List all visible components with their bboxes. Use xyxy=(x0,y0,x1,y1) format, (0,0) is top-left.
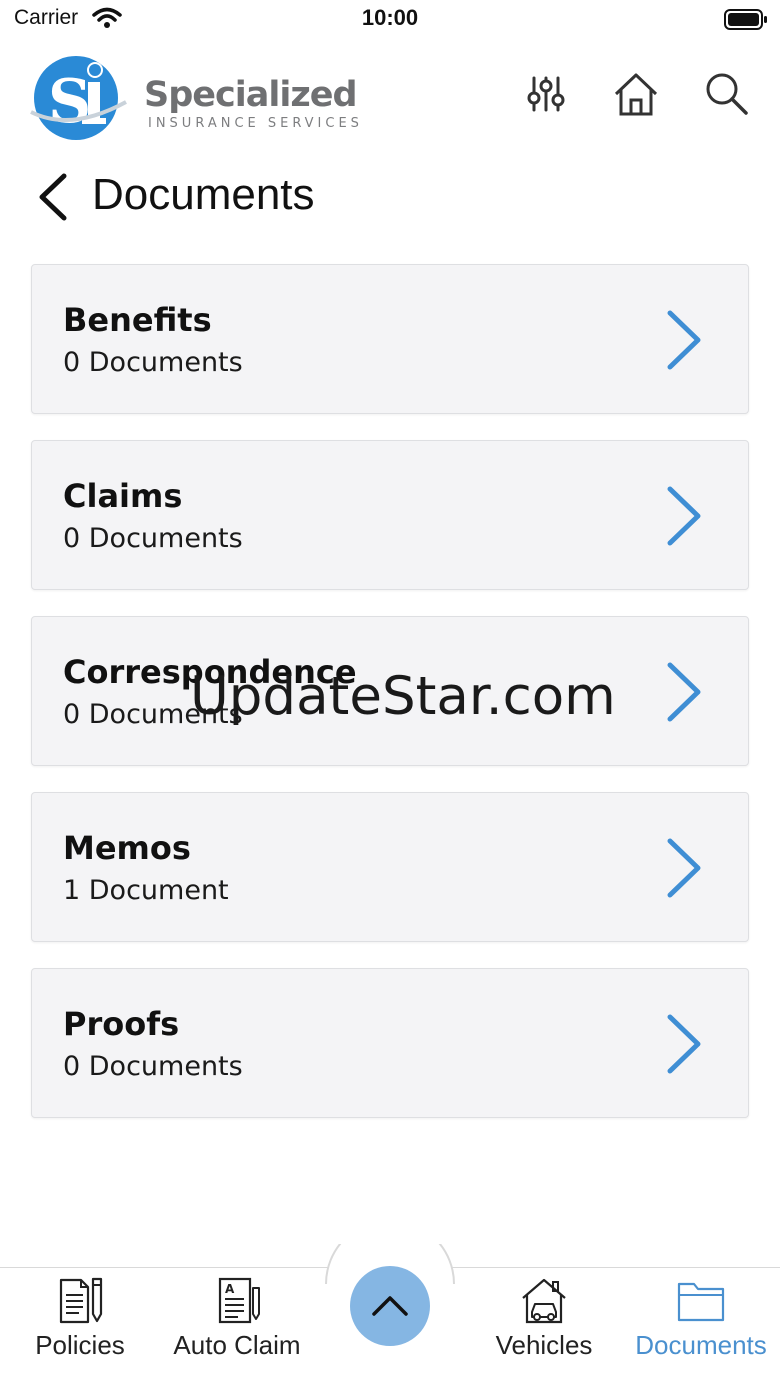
si-logo-mark-icon: S xyxy=(30,56,127,140)
document-count: 0 Documents xyxy=(63,523,243,554)
chevron-right-icon xyxy=(667,1014,701,1074)
folder-icon xyxy=(677,1282,725,1322)
chevron-right-icon xyxy=(667,486,701,546)
tab-auto-claim[interactable]: A Auto Claim xyxy=(162,1276,312,1376)
document-category-list: Benefits 0 Documents Claims 0 Documents … xyxy=(31,264,749,1144)
document-count: 0 Documents xyxy=(63,347,243,378)
tab-policies[interactable]: Policies xyxy=(20,1276,140,1376)
category-item-benefits[interactable]: Benefits 0 Documents xyxy=(31,264,749,414)
document-count: 1 Document xyxy=(63,875,229,906)
logo-tagline: INSURANCE SERVICES xyxy=(148,116,363,131)
chevron-right-icon xyxy=(667,662,701,722)
policy-document-icon xyxy=(59,1277,103,1324)
app-header: S Specialized INSURANCE SERVICES xyxy=(0,48,780,144)
tab-label: Vehicles xyxy=(495,1330,593,1360)
tab-vehicles[interactable]: Vehicles xyxy=(486,1276,602,1376)
chevron-left-icon xyxy=(39,173,67,221)
document-count: 0 Documents xyxy=(63,699,243,730)
clock: 10:00 xyxy=(361,5,419,30)
battery-icon xyxy=(724,9,768,35)
document-count: 0 Documents xyxy=(63,1051,243,1082)
category-name: Memos xyxy=(63,829,191,867)
chevron-right-icon xyxy=(667,838,701,898)
category-name: Proofs xyxy=(63,1005,180,1043)
chevron-right-icon xyxy=(667,310,701,370)
filter-sliders-icon[interactable] xyxy=(522,70,570,118)
logo-name: Specialized xyxy=(144,75,358,115)
category-name: Correspondence xyxy=(63,653,357,691)
tab-label: Policies xyxy=(35,1330,125,1360)
tab-label: Auto Claim xyxy=(173,1330,301,1360)
category-item-proofs[interactable]: Proofs 0 Documents xyxy=(31,968,749,1118)
svg-text:A: A xyxy=(225,1282,235,1296)
page-title: Documents xyxy=(92,170,315,219)
category-name: Benefits xyxy=(63,301,212,339)
back-button[interactable] xyxy=(30,170,78,224)
chevron-up-icon xyxy=(372,1296,408,1316)
svg-text:S: S xyxy=(48,67,91,137)
page-header: Documents xyxy=(0,164,780,230)
tab-label: Documents xyxy=(635,1330,767,1360)
expand-menu-button[interactable] xyxy=(350,1266,430,1346)
claim-form-icon: A xyxy=(218,1277,260,1324)
category-item-memos[interactable]: Memos 1 Document xyxy=(31,792,749,942)
category-item-claims[interactable]: Claims 0 Documents xyxy=(31,440,749,590)
search-icon[interactable] xyxy=(702,70,750,118)
category-item-correspondence[interactable]: Correspondence 0 Documents xyxy=(31,616,749,766)
company-logo[interactable]: S Specialized INSURANCE SERVICES xyxy=(26,52,386,140)
house-car-icon xyxy=(522,1278,566,1324)
home-icon[interactable] xyxy=(612,70,660,118)
category-name: Claims xyxy=(63,477,183,515)
status-bar: Carrier 10:00 xyxy=(0,0,780,40)
tab-documents[interactable]: Documents xyxy=(626,1276,776,1376)
